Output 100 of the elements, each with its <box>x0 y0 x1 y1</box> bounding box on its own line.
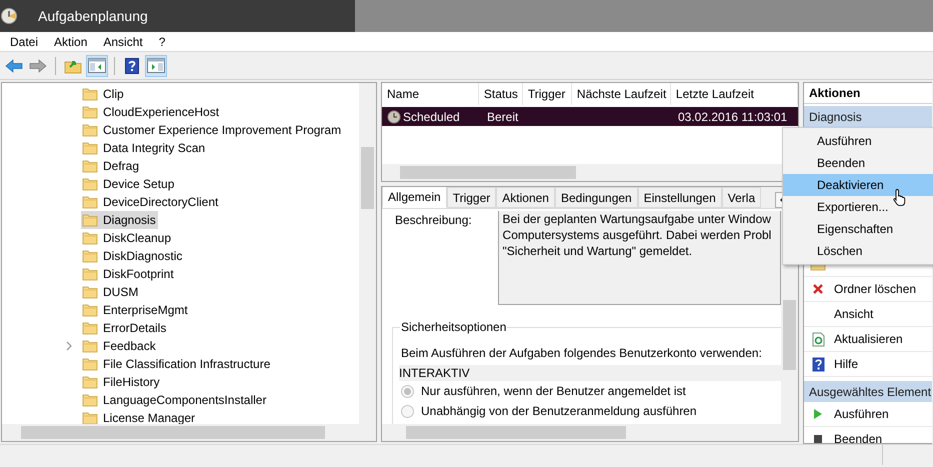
menu-item[interactable]: Datei <box>2 32 46 50</box>
forward-arrow-icon <box>29 58 47 72</box>
folder-icon <box>82 303 98 317</box>
tree-item[interactable]: CloudExperienceHost <box>81 103 222 121</box>
scroll-thumb[interactable] <box>400 166 576 179</box>
hand-cursor-icon <box>893 188 907 206</box>
pane-icon <box>88 58 106 73</box>
action-item[interactable]: Ausführen <box>804 402 932 427</box>
description-text: "Sicherheit und Wartung" gemeldet. <box>502 243 694 259</box>
group-title: Sicherheitsoptionen <box>400 320 508 334</box>
refresh-icon <box>812 332 824 346</box>
window-title: Aufgabenplanung <box>38 6 148 26</box>
menu-item[interactable]: Beenden <box>783 152 933 174</box>
field-label: Beim Ausführen der Aufgaben folgendes Benutzerkonto verwenden: <box>401 345 763 362</box>
column-header[interactable]: Name <box>382 83 479 105</box>
folder-icon <box>82 285 98 299</box>
folder-icon <box>82 375 98 389</box>
tree-item[interactable]: Data Integrity Scan <box>81 139 208 157</box>
action-item[interactable]: Ordner löschen <box>804 277 932 302</box>
folder-icon <box>82 231 98 245</box>
scroll-thumb[interactable] <box>783 300 796 370</box>
field-label: Beschreibung: <box>394 212 473 229</box>
tree-item[interactable]: DiskDiagnostic <box>81 247 184 265</box>
close-icon <box>812 283 824 295</box>
folder-icon <box>82 159 98 173</box>
tree-item[interactable]: EnterpriseMgmt <box>81 301 190 319</box>
menu-item[interactable]: Deaktivieren <box>783 174 933 196</box>
menu-item[interactable]: ? <box>150 32 174 50</box>
column-header[interactable]: Nächste Laufzeit <box>572 83 671 105</box>
folder-icon <box>82 123 98 137</box>
column-header[interactable]: Letzte Laufzeit <box>670 83 798 105</box>
scroll-thumb[interactable] <box>21 426 325 439</box>
tree-item[interactable]: Diagnosis <box>81 211 158 229</box>
radio-button[interactable] <box>401 384 414 398</box>
folder-icon <box>82 249 98 263</box>
task-row[interactable]: Scheduled Bereit 03.02.2016 11:03:01 <box>382 107 798 126</box>
folder-icon <box>82 411 98 425</box>
back-arrow-icon <box>5 58 23 72</box>
tree-item[interactable]: Defrag <box>81 157 142 175</box>
table-cell-text: 03.02.2016 11:03:01 <box>677 108 788 126</box>
tree-item[interactable]: DiskFootprint <box>81 265 176 283</box>
tab[interactable]: Verla <box>722 187 762 208</box>
action-item[interactable]: Hilfe <box>804 352 932 377</box>
tree-item[interactable]: Customer Experience Improvement Program <box>81 121 344 139</box>
scroll-thumb[interactable] <box>361 147 374 209</box>
play-icon <box>813 408 823 420</box>
folder-icon <box>82 141 98 155</box>
menu-item[interactable]: Ausführen <box>783 130 933 152</box>
menu-item[interactable]: Ansicht <box>95 32 151 50</box>
action-item[interactable]: Aktualisieren <box>804 327 932 352</box>
tree-item[interactable]: DUSM <box>81 283 140 301</box>
tree-item[interactable]: Clip <box>81 85 126 103</box>
description-text: Computersystems ausgeführt. Dabei werden Probl <box>502 227 772 243</box>
tree-item[interactable]: ErrorDetails <box>81 319 168 337</box>
folder-icon <box>82 321 98 335</box>
folder-icon <box>82 177 98 191</box>
tree-item[interactable]: License Manager <box>81 409 198 427</box>
folder-icon <box>82 105 98 119</box>
tree-item[interactable]: File Classification Infrastructure <box>81 355 272 373</box>
menu-item[interactable]: Exportieren... <box>783 196 933 218</box>
tab[interactable]: Aktionen <box>496 187 555 208</box>
menu-item[interactable]: Eigenschaften <box>783 218 933 240</box>
tab[interactable]: Bedingungen <box>554 187 638 208</box>
tree-item[interactable]: DiskCleanup <box>81 229 174 247</box>
pane-icon <box>147 58 165 73</box>
tab[interactable]: Einstellungen <box>638 187 722 208</box>
tree-item[interactable]: FileHistory <box>81 373 162 391</box>
menu-item[interactable]: Aktion <box>46 32 96 50</box>
folder-icon <box>82 213 98 227</box>
tree-item[interactable]: DeviceDirectoryClient <box>81 193 220 211</box>
vertical-scrollbar[interactable] <box>359 83 376 425</box>
column-header[interactable]: Trigger <box>522 83 572 105</box>
tree-item[interactable]: Feedback <box>81 337 158 355</box>
tree-item[interactable]: LanguageComponentsInstaller <box>81 391 268 409</box>
horizontal-scrollbar[interactable] <box>382 424 798 441</box>
help-icon <box>812 356 824 372</box>
radio-button[interactable] <box>401 404 414 418</box>
tab[interactable]: Trigger <box>446 187 496 208</box>
radio-option[interactable]: Nur ausführen, wenn der Benutzer angemeldet ist <box>401 381 686 401</box>
column-header[interactable]: Status <box>478 83 523 105</box>
clock-icon <box>0 7 18 25</box>
help-icon <box>125 58 139 74</box>
folder-icon <box>82 393 98 407</box>
folder-icon <box>82 87 98 101</box>
table-cell-text: Bereit <box>486 108 520 126</box>
folder-icon <box>82 267 98 281</box>
tree-item[interactable]: Device Setup <box>81 175 176 193</box>
scroll-thumb[interactable] <box>406 426 626 439</box>
radio-option[interactable]: Unabhängig von der Benutzeranmeldung ausführen <box>401 401 697 421</box>
panel-title: Aktionen <box>804 83 932 104</box>
action-item[interactable]: Ansicht <box>804 302 932 327</box>
account-field: INTERAKTIV <box>399 365 781 381</box>
clock-icon <box>387 110 401 124</box>
tab[interactable]: Allgemein <box>382 187 447 208</box>
stop-icon <box>813 434 823 443</box>
horizontal-scrollbar[interactable] <box>2 424 376 441</box>
menu-item[interactable]: Löschen <box>783 240 933 262</box>
section-header[interactable]: Ausgewähltes Element <box>804 381 932 402</box>
section-header[interactable]: Diagnosis <box>804 106 932 127</box>
folder-icon <box>82 339 98 353</box>
